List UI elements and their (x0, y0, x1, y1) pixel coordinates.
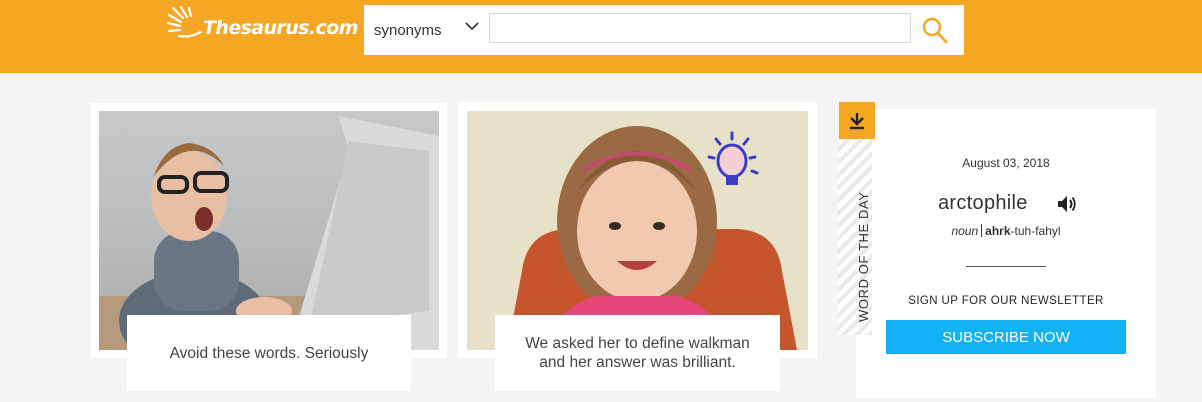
site-header: Thesaurus.com synonyms (0, 0, 1202, 73)
site-logo[interactable]: Thesaurus.com (167, 6, 358, 46)
sunburst-icon (167, 6, 203, 38)
word-of-the-day-panel (856, 109, 1156, 398)
wotd-part-of-speech: noun (951, 224, 979, 238)
wotd-word[interactable]: arctophile (938, 192, 1028, 215)
article-caption-1[interactable]: Avoid these words. Seriously (127, 315, 411, 391)
search-input[interactable] (489, 13, 911, 43)
pron-separator (981, 224, 983, 237)
speaker-icon[interactable] (1057, 195, 1077, 213)
search-bar: synonyms (364, 5, 964, 55)
search-button[interactable] (921, 15, 949, 45)
wotd-pron-rest: -tuh-fahyl (1010, 224, 1061, 238)
download-icon (850, 112, 864, 129)
magnifier-icon (922, 17, 948, 44)
download-button[interactable] (839, 102, 875, 139)
article-caption-2[interactable]: We asked her to define walkman and her a… (495, 315, 780, 391)
chevron-down-icon (465, 22, 479, 31)
wotd-date: August 03, 2018 (962, 156, 1050, 170)
search-mode-label: synonyms (374, 21, 442, 39)
wotd-pron-stressed: ahrk (985, 224, 1011, 238)
search-mode-dropdown[interactable]: synonyms (364, 5, 486, 55)
subscribe-button[interactable]: SUBSCRIBE NOW (886, 320, 1126, 354)
logo-text: Thesaurus.com (203, 17, 358, 39)
wotd-divider (966, 266, 1046, 267)
newsletter-label: SIGN UP FOR OUR NEWSLETTER (908, 295, 1104, 307)
wotd-pronunciation: noun ahrk-tuh-fahyl (856, 224, 1156, 238)
